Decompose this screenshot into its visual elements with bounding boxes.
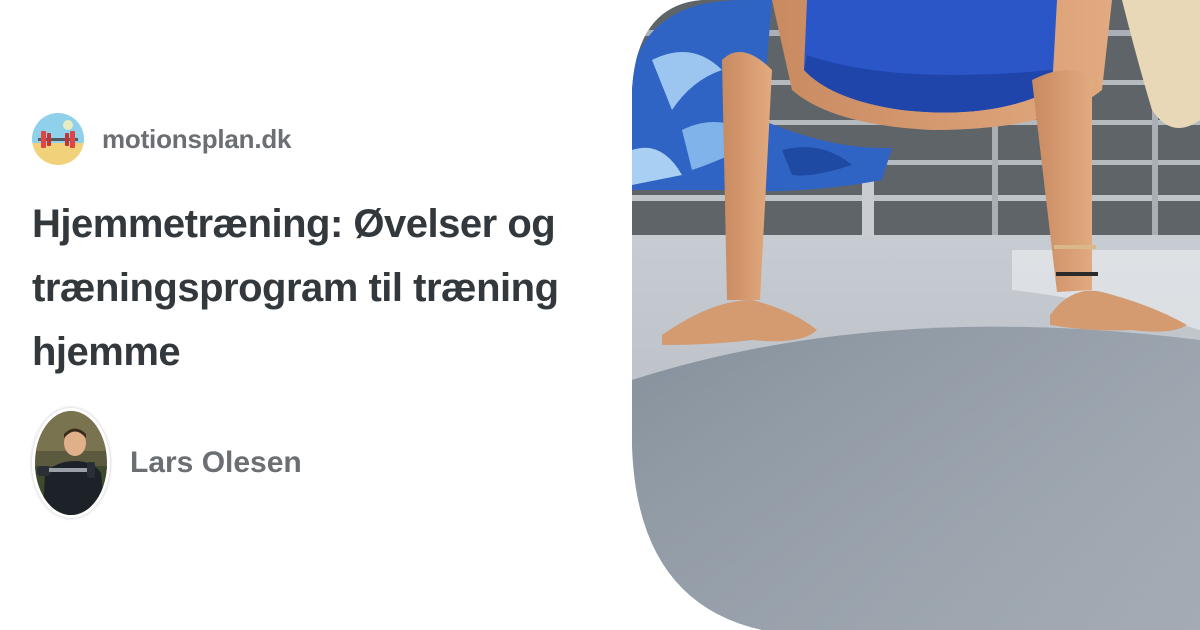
site-identity[interactable]: motionsplan.dk (32, 113, 292, 165)
barbell-beach-logo-icon (32, 113, 84, 165)
author-photo-icon (32, 408, 110, 518)
card-text-panel: motionsplan.dk Hjemmetræning: Øvelser og… (0, 0, 620, 630)
article-title: Hjemmetræning: Øvelser og træningsprogra… (32, 202, 559, 374)
site-name: motionsplan.dk (102, 123, 292, 154)
push-up-photo-icon (632, 0, 1200, 630)
share-card: motionsplan.dk Hjemmetræning: Øvelser og… (0, 0, 1200, 630)
hero-image (632, 0, 1200, 630)
author-byline[interactable]: Lars Olesen (32, 408, 302, 518)
author-name: Lars Olesen (130, 446, 302, 479)
